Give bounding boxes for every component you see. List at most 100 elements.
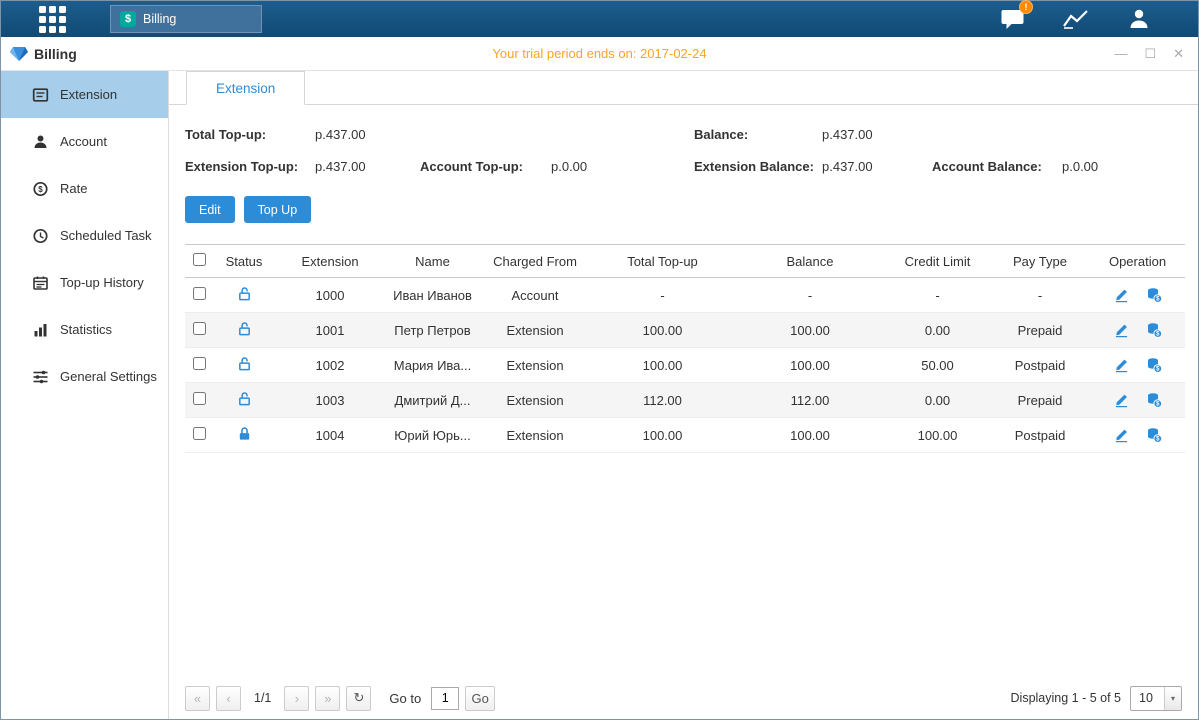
select-all-header <box>185 245 213 278</box>
calendar-icon <box>32 275 49 291</box>
operation-cell: $ <box>1090 383 1185 418</box>
edit-icon[interactable] <box>1114 287 1129 303</box>
sidebar-item-general-settings[interactable]: General Settings <box>1 353 168 400</box>
column-header-total-topup: Total Top-up <box>590 245 735 278</box>
next-page-button[interactable]: › <box>284 686 309 711</box>
tab-extension[interactable]: Extension <box>186 71 305 105</box>
pay-type-cell: Prepaid <box>990 383 1090 418</box>
minimize-icon[interactable]: — <box>1114 46 1127 62</box>
topup-icon[interactable]: $ <box>1146 287 1162 303</box>
edit-icon[interactable] <box>1114 392 1129 408</box>
topbar-right-icons: ! <box>999 6 1152 32</box>
messages-icon[interactable]: ! <box>999 6 1026 32</box>
edit-icon[interactable] <box>1114 322 1129 338</box>
sidebar-item-label: Rate <box>60 181 87 196</box>
column-header-extension: Extension <box>275 245 385 278</box>
balance-cell: 112.00 <box>735 383 885 418</box>
go-button[interactable]: Go <box>465 686 495 711</box>
lock-status-icon <box>237 395 252 410</box>
user-icon <box>32 134 49 150</box>
row-select-cell <box>185 278 213 313</box>
tab-strip: Extension <box>169 71 1198 105</box>
main-panel: Extension Total Top-up: p.437.00 Balance… <box>169 71 1198 719</box>
topup-icon[interactable]: $ <box>1146 357 1162 373</box>
row-checkbox[interactable] <box>193 287 206 300</box>
column-header-name: Name <box>385 245 480 278</box>
pay-type-cell: Postpaid <box>990 348 1090 383</box>
select-all-checkbox[interactable] <box>193 253 206 266</box>
row-checkbox[interactable] <box>193 427 206 440</box>
table-row: 1000 Иван Иванов Account - - - - $ <box>185 278 1185 313</box>
maximize-icon[interactable]: ☐ <box>1144 46 1156 62</box>
close-icon[interactable]: ✕ <box>1173 46 1184 62</box>
summary-panel: Total Top-up: p.437.00 Balance: p.437.00… <box>185 127 1182 174</box>
row-select-cell <box>185 418 213 453</box>
operation-cell: $ <box>1090 418 1185 453</box>
topup-icon[interactable]: $ <box>1146 322 1162 338</box>
sidebar-item-label: Top-up History <box>60 275 144 290</box>
refresh-icon[interactable]: ↻ <box>346 686 371 711</box>
balance-cell: - <box>735 278 885 313</box>
page-size-select[interactable]: 10 ▾ <box>1130 686 1182 711</box>
titlebar: Billing Your trial period ends on: 2017-… <box>1 37 1198 71</box>
row-select-cell <box>185 313 213 348</box>
operation-cell: $ <box>1090 313 1185 348</box>
main-content: Total Top-up: p.437.00 Balance: p.437.00… <box>169 105 1198 453</box>
extension-cell: 1004 <box>275 418 385 453</box>
topbar-tab-billing[interactable]: $ Billing <box>110 5 262 33</box>
charged-from-cell: Account <box>480 278 590 313</box>
edit-icon[interactable] <box>1114 427 1129 443</box>
pay-type-cell: - <box>990 278 1090 313</box>
sidebar-item-statistics[interactable]: Statistics <box>1 306 168 353</box>
column-header-status: Status <box>213 245 275 278</box>
extension-cell: 1000 <box>275 278 385 313</box>
name-cell: Юрий Юрь... <box>385 418 480 453</box>
credit-limit-cell: 100.00 <box>885 418 990 453</box>
name-cell: Мария Ива... <box>385 348 480 383</box>
topup-button[interactable]: Top Up <box>244 196 312 223</box>
extension-card-icon <box>32 87 49 103</box>
pagination-bar: « ‹ 1/1 › » ↻ Go to Go Displaying 1 - 5 … <box>185 685 1182 711</box>
topup-icon[interactable]: $ <box>1146 427 1162 443</box>
goto-page-input[interactable] <box>431 687 459 710</box>
app-launcher-icon[interactable] <box>39 6 66 33</box>
page-size-value: 10 <box>1131 691 1164 705</box>
sidebar-item-topup-history[interactable]: Top-up History <box>1 259 168 306</box>
extension-cell: 1002 <box>275 348 385 383</box>
window-controls: — ☐ ✕ <box>1114 46 1184 62</box>
last-page-button[interactable]: » <box>315 686 340 711</box>
svg-text:$: $ <box>38 185 43 194</box>
statistics-chart-icon[interactable] <box>1062 6 1089 32</box>
row-checkbox[interactable] <box>193 392 206 405</box>
sidebar-item-rate[interactable]: $ Rate <box>1 165 168 212</box>
first-page-button[interactable]: « <box>185 686 210 711</box>
prev-page-button[interactable]: ‹ <box>216 686 241 711</box>
total-topup-cell: 100.00 <box>590 348 735 383</box>
total-topup-label: Total Top-up: <box>185 127 315 142</box>
sidebar-item-scheduled-task[interactable]: Scheduled Task <box>1 212 168 259</box>
status-cell <box>213 383 275 418</box>
row-checkbox[interactable] <box>193 322 206 335</box>
credit-limit-cell: - <box>885 278 990 313</box>
edit-button[interactable]: Edit <box>185 196 235 223</box>
status-cell <box>213 313 275 348</box>
lock-status-icon <box>237 325 252 340</box>
lock-status-icon <box>237 290 252 305</box>
extension-topup-value: p.437.00 <box>315 159 420 174</box>
table-row: 1002 Мария Ива... Extension 100.00 100.0… <box>185 348 1185 383</box>
sidebar: Extension Account $ Rate <box>1 71 169 719</box>
topup-icon[interactable]: $ <box>1146 392 1162 408</box>
sidebar-item-extension[interactable]: Extension <box>1 71 168 118</box>
total-topup-cell: 112.00 <box>590 383 735 418</box>
goto-label: Go to <box>389 691 421 706</box>
credit-limit-cell: 0.00 <box>885 383 990 418</box>
charged-from-cell: Extension <box>480 383 590 418</box>
lock-status-icon <box>237 360 252 375</box>
user-account-icon[interactable] <box>1125 6 1152 32</box>
charged-from-cell: Extension <box>480 313 590 348</box>
row-checkbox[interactable] <box>193 357 206 370</box>
sliders-icon <box>32 369 49 385</box>
toolbar: Edit Top Up <box>185 196 1182 223</box>
edit-icon[interactable] <box>1114 357 1129 373</box>
sidebar-item-account[interactable]: Account <box>1 118 168 165</box>
